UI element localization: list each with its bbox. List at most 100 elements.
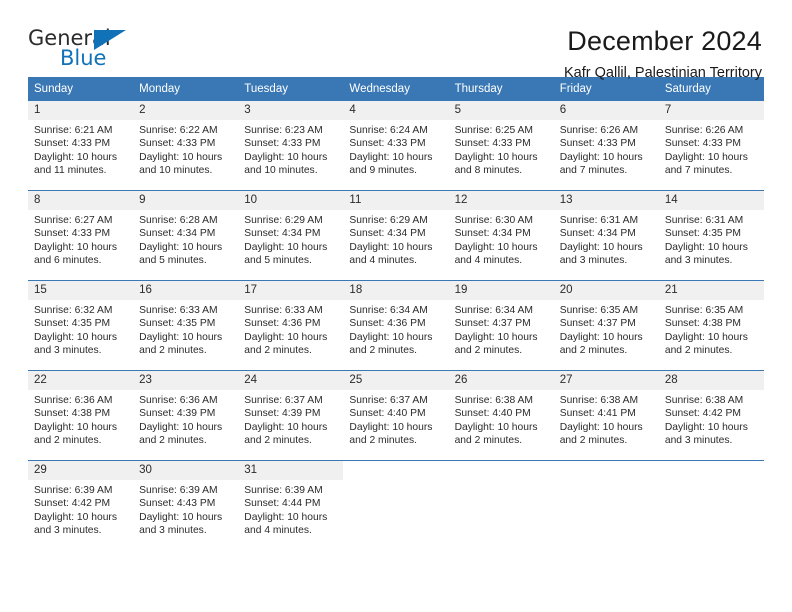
- daylight-duration-line1: Daylight: 10 hours: [139, 421, 223, 433]
- day-number: [553, 461, 659, 480]
- calendar-day-cell[interactable]: 6 Sunrise: 6:26 AM Sunset: 4:33 PM Daylight…: [553, 101, 659, 179]
- calendar-day-cell[interactable]: 3 Sunrise: 6:23 AM Sunset: 4:33 PM Daylight…: [238, 101, 344, 179]
- sunset-time: Sunset: 4:40 PM: [454, 408, 531, 420]
- day-number: 20: [553, 281, 659, 300]
- sunrise-time: Sunrise: 6:29 AM: [349, 215, 428, 226]
- calendar-day-cell[interactable]: 25 Sunrise: 6:37 AM Sunset: 4:40 PM Dayligh…: [343, 371, 449, 449]
- calendar-day-cell[interactable]: 30 Sunrise: 6:39 AM Sunset: 4:43 PM Dayligh…: [133, 461, 239, 539]
- day-details: Sunrise: 6:33 AM Sunset: 4:36 PM Daylight:…: [238, 300, 343, 358]
- daylight-duration-line1: Daylight: 10 hours: [244, 511, 328, 523]
- sunrise-time: Sunrise: 6:34 AM: [454, 305, 533, 316]
- calendar-day-cell[interactable]: 23 Sunrise: 6:36 AM Sunset: 4:39 PM Dayligh…: [133, 371, 239, 449]
- calendar-day-cell[interactable]: 29 Sunrise: 6:39 AM Sunset: 4:42 PM Dayligh…: [28, 461, 134, 539]
- calendar-day-cell[interactable]: 4 Sunrise: 6:24 AM Sunset: 4:33 PM Daylight…: [343, 101, 449, 179]
- day-details: Sunrise: 6:22 AM Sunset: 4:33 PM Daylight:…: [133, 120, 238, 178]
- calendar-day-cell[interactable]: 11 Sunrise: 6:29 AM Sunset: 4:34 PM Dayligh…: [343, 191, 449, 269]
- day-number: 5: [448, 101, 554, 120]
- sunrise-time: Sunrise: 6:21 AM: [34, 125, 113, 136]
- calendar-day-cell[interactable]: 5 Sunrise: 6:25 AM Sunset: 4:33 PM Daylight…: [448, 101, 554, 179]
- daylight-duration-line2: and 2 minutes.: [34, 435, 102, 447]
- sunrise-time: Sunrise: 6:33 AM: [244, 305, 323, 316]
- day-details: Sunrise: 6:35 AM Sunset: 4:37 PM Daylight:…: [554, 300, 659, 358]
- calendar-day-cell[interactable]: 17 Sunrise: 6:33 AM Sunset: 4:36 PM Dayligh…: [238, 281, 344, 359]
- day-details: Sunrise: 6:36 AM Sunset: 4:39 PM Daylight:…: [133, 390, 238, 448]
- calendar-day-cell[interactable]: 2 Sunrise: 6:22 AM Sunset: 4:33 PM Daylight…: [133, 101, 239, 179]
- sunrise-time: Sunrise: 6:25 AM: [454, 125, 533, 136]
- calendar-day-cell[interactable]: 13 Sunrise: 6:31 AM Sunset: 4:34 PM Dayligh…: [553, 191, 659, 269]
- calendar-day-cell[interactable]: 21 Sunrise: 6:35 AM Sunset: 4:38 PM Dayligh…: [658, 281, 764, 359]
- day-number: 1: [28, 101, 134, 120]
- calendar-day-cell[interactable]: 9 Sunrise: 6:28 AM Sunset: 4:34 PM Daylight…: [133, 191, 239, 269]
- daylight-duration-line1: Daylight: 10 hours: [349, 151, 433, 163]
- calendar-day-cell[interactable]: 31 Sunrise: 6:39 AM Sunset: 4:44 PM Dayligh…: [238, 461, 344, 539]
- calendar-day-cell[interactable]: 1 Sunrise: 6:21 AM Sunset: 4:33 PM Daylight…: [28, 101, 134, 179]
- sunrise-time: Sunrise: 6:37 AM: [349, 395, 428, 406]
- calendar-day-cell[interactable]: 26 Sunrise: 6:38 AM Sunset: 4:40 PM Dayligh…: [448, 371, 554, 449]
- sunrise-time: Sunrise: 6:27 AM: [34, 215, 113, 226]
- logo-text-blue: Blue: [60, 46, 107, 70]
- calendar-day-cell[interactable]: 14 Sunrise: 6:31 AM Sunset: 4:35 PM Dayligh…: [658, 191, 764, 269]
- calendar-day-cell[interactable]: 27 Sunrise: 6:38 AM Sunset: 4:41 PM Dayligh…: [553, 371, 659, 449]
- week-row-spacer: [28, 269, 764, 280]
- day-details: [343, 480, 448, 484]
- calendar-day-cell[interactable]: 7 Sunrise: 6:26 AM Sunset: 4:33 PM Daylight…: [658, 101, 764, 179]
- day-number: 9: [133, 191, 239, 210]
- calendar-day-cell[interactable]: 8 Sunrise: 6:27 AM Sunset: 4:33 PM Daylight…: [28, 191, 134, 269]
- calendar-day-cell[interactable]: 28 Sunrise: 6:38 AM Sunset: 4:42 PM Dayligh…: [658, 371, 764, 449]
- day-number: 24: [238, 371, 344, 390]
- daylight-duration-line2: and 4 minutes.: [349, 255, 417, 267]
- daylight-duration-line2: and 11 minutes.: [34, 165, 107, 177]
- day-number: 29: [28, 461, 134, 480]
- sunrise-time: Sunrise: 6:33 AM: [139, 305, 218, 316]
- sunset-time: Sunset: 4:33 PM: [349, 138, 426, 150]
- day-details: Sunrise: 6:29 AM Sunset: 4:34 PM Daylight:…: [238, 210, 343, 268]
- sunset-time: Sunset: 4:37 PM: [559, 318, 636, 330]
- day-details: Sunrise: 6:28 AM Sunset: 4:34 PM Daylight:…: [133, 210, 238, 268]
- calendar-day-cell[interactable]: 16 Sunrise: 6:33 AM Sunset: 4:35 PM Dayligh…: [133, 281, 239, 359]
- calendar-week-row: 1 Sunrise: 6:21 AM Sunset: 4:33 PM Daylight…: [28, 101, 764, 179]
- day-details: Sunrise: 6:39 AM Sunset: 4:42 PM Daylight:…: [28, 480, 133, 538]
- generalblue-logo[interactable]: General Blue: [28, 26, 138, 74]
- day-number: 8: [28, 191, 134, 210]
- daylight-duration-line1: Daylight: 10 hours: [139, 151, 223, 163]
- calendar-day-cell[interactable]: 18 Sunrise: 6:34 AM Sunset: 4:36 PM Dayligh…: [343, 281, 449, 359]
- day-number: 21: [658, 281, 764, 300]
- day-details: Sunrise: 6:38 AM Sunset: 4:42 PM Daylight:…: [659, 390, 764, 448]
- sunset-time: Sunset: 4:34 PM: [139, 228, 216, 240]
- daylight-duration-line1: Daylight: 10 hours: [139, 241, 223, 253]
- daylight-duration-line1: Daylight: 10 hours: [34, 151, 117, 163]
- sunset-time: Sunset: 4:37 PM: [454, 318, 531, 330]
- daylight-duration-line2: and 5 minutes.: [244, 255, 312, 267]
- day-details: Sunrise: 6:29 AM Sunset: 4:34 PM Daylight:…: [343, 210, 448, 268]
- sunset-time: Sunset: 4:33 PM: [139, 138, 216, 150]
- day-details: Sunrise: 6:31 AM Sunset: 4:34 PM Daylight:…: [554, 210, 659, 268]
- daylight-duration-line2: and 2 minutes.: [559, 435, 628, 447]
- calendar-grid: Sunday Monday Tuesday Wednesday Thursday…: [28, 77, 764, 539]
- weekday-header-friday: Friday: [559, 83, 592, 95]
- calendar-day-cell[interactable]: 24 Sunrise: 6:37 AM Sunset: 4:39 PM Dayligh…: [238, 371, 344, 449]
- calendar-day-cell[interactable]: 22 Sunrise: 6:36 AM Sunset: 4:38 PM Dayligh…: [28, 371, 134, 449]
- daylight-duration-line2: and 2 minutes.: [244, 345, 312, 357]
- daylight-duration-line2: and 6 minutes.: [34, 255, 102, 267]
- calendar-day-cell[interactable]: 15 Sunrise: 6:32 AM Sunset: 4:35 PM Dayligh…: [28, 281, 134, 359]
- daylight-duration-line1: Daylight: 10 hours: [664, 421, 748, 433]
- day-details: Sunrise: 6:38 AM Sunset: 4:40 PM Daylight:…: [449, 390, 554, 448]
- calendar-day-cell[interactable]: 12 Sunrise: 6:30 AM Sunset: 4:34 PM Dayligh…: [448, 191, 554, 269]
- day-details: Sunrise: 6:25 AM Sunset: 4:33 PM Daylight:…: [449, 120, 554, 178]
- calendar-day-cell[interactable]: 19 Sunrise: 6:34 AM Sunset: 4:37 PM Dayligh…: [448, 281, 554, 359]
- daylight-duration-line1: Daylight: 10 hours: [34, 511, 117, 523]
- day-number: 28: [658, 371, 764, 390]
- sunrise-time: Sunrise: 6:39 AM: [139, 485, 218, 496]
- weekday-header-tuesday: Tuesday: [244, 83, 288, 95]
- calendar-day-cell[interactable]: 20 Sunrise: 6:35 AM Sunset: 4:37 PM Dayligh…: [553, 281, 659, 359]
- sunrise-time: Sunrise: 6:35 AM: [664, 305, 744, 316]
- day-details: Sunrise: 6:39 AM Sunset: 4:44 PM Daylight:…: [238, 480, 343, 538]
- day-details: Sunrise: 6:39 AM Sunset: 4:43 PM Daylight:…: [133, 480, 238, 538]
- sunset-time: Sunset: 4:33 PM: [559, 138, 636, 150]
- daylight-duration-line1: Daylight: 10 hours: [454, 331, 538, 343]
- day-number: 19: [448, 281, 554, 300]
- calendar-week-host: 1 Sunrise: 6:21 AM Sunset: 4:33 PM Daylight…: [28, 101, 764, 539]
- day-details: Sunrise: 6:36 AM Sunset: 4:38 PM Daylight:…: [28, 390, 133, 448]
- sunset-time: Sunset: 4:36 PM: [349, 318, 426, 330]
- calendar-day-cell[interactable]: 10 Sunrise: 6:29 AM Sunset: 4:34 PM Dayligh…: [238, 191, 344, 269]
